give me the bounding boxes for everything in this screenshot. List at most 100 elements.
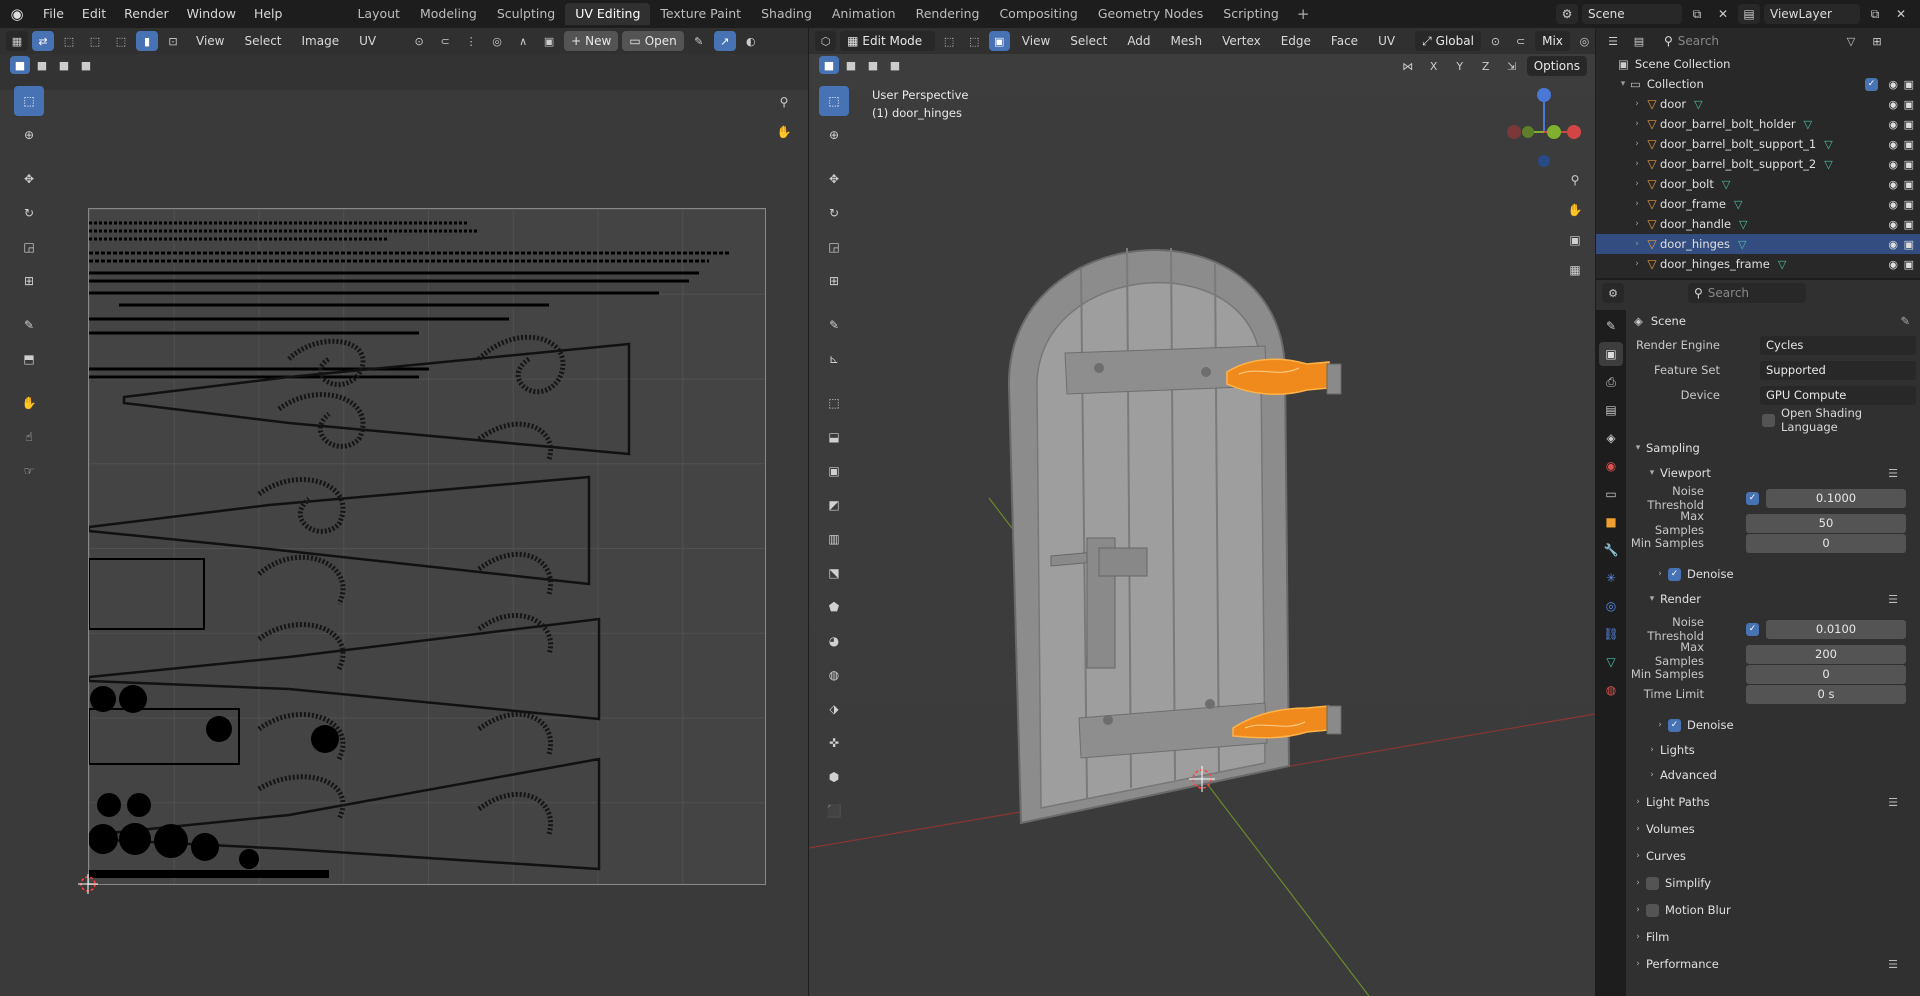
outliner-row-object[interactable]: › ▽ door_bolt ▽ ◉ ▣ bbox=[1596, 174, 1920, 194]
expand-arrow-icon[interactable]: › bbox=[1630, 199, 1644, 209]
tab-texture-paint[interactable]: Texture Paint bbox=[650, 3, 751, 25]
expand-arrow-icon[interactable]: › bbox=[1630, 139, 1644, 149]
rotate-icon[interactable]: ↻ bbox=[14, 198, 44, 228]
tab-sculpting[interactable]: Sculpting bbox=[487, 3, 565, 25]
select-subtract-icon[interactable]: ■ bbox=[54, 56, 74, 74]
vp-noise-threshold-field[interactable]: 0.1000 bbox=[1766, 488, 1906, 508]
add-cube-icon[interactable]: ⬚ bbox=[819, 388, 849, 418]
r-noise-threshold-field[interactable]: 0.0100 bbox=[1766, 619, 1906, 639]
motion-blur-panel[interactable]: › Motion Blur bbox=[1630, 899, 1916, 921]
loop-cut-icon[interactable]: ▥ bbox=[819, 524, 849, 554]
outliner-row-object[interactable]: › ▽ door_handle ▽ ◉ ▣ bbox=[1596, 214, 1920, 234]
render-camera-icon[interactable]: ▣ bbox=[1904, 158, 1914, 171]
transform-icon[interactable]: ⊞ bbox=[819, 266, 849, 296]
expand-arrow-icon[interactable]: › bbox=[1630, 179, 1644, 189]
editor-type-icon[interactable]: ⚙ bbox=[1602, 283, 1624, 303]
outliner-row-object[interactable]: › ▽ door_frame ▽ ◉ ▣ bbox=[1596, 194, 1920, 214]
modifier-tab-icon[interactable]: 🔧 bbox=[1599, 538, 1623, 562]
vp-noise-checkbox[interactable]: ✓ bbox=[1746, 491, 1759, 505]
uv-menu-view[interactable]: View bbox=[188, 34, 232, 48]
transform-icon[interactable]: ⊞ bbox=[14, 266, 44, 296]
pin-icon[interactable]: ✎ bbox=[688, 31, 710, 51]
outliner-row-collection[interactable]: ▾ ▭ Collection ✓ ◉ ▣ bbox=[1596, 74, 1920, 94]
display-mode-icon[interactable]: ▤ bbox=[1628, 31, 1650, 51]
osl-checkbox[interactable] bbox=[1762, 413, 1775, 427]
delete-view-layer-icon[interactable]: ✕ bbox=[1890, 4, 1912, 24]
tab-compositing[interactable]: Compositing bbox=[989, 3, 1087, 25]
r-min-samples-field[interactable]: 0 bbox=[1746, 664, 1906, 684]
zoom-icon[interactable]: ⚲ bbox=[1563, 168, 1587, 192]
view-layer-icon[interactable]: ▤ bbox=[1738, 4, 1760, 24]
render-camera-icon[interactable]: ▣ bbox=[1904, 238, 1914, 251]
annotate-icon[interactable]: ✎ bbox=[14, 310, 44, 340]
view-layer-tab-icon[interactable]: ▤ bbox=[1599, 398, 1623, 422]
vp-min-samples-field[interactable]: 0 bbox=[1746, 533, 1906, 553]
scene-tab-icon[interactable]: ◈ bbox=[1599, 426, 1623, 450]
snap-target-icon[interactable]: ⋮ bbox=[460, 31, 482, 51]
properties-search-field[interactable]: ⚲ Search bbox=[1688, 283, 1806, 303]
uv-menu-select[interactable]: Select bbox=[236, 34, 289, 48]
render-camera-icon[interactable]: ▣ bbox=[1904, 258, 1914, 271]
presets-list-icon[interactable]: ☰ bbox=[1888, 796, 1898, 809]
visibility-eye-icon[interactable]: ◉ bbox=[1888, 158, 1898, 171]
outliner-row-object[interactable]: › ▽ door ▽ ◉ ▣ bbox=[1596, 94, 1920, 114]
uv-image-bounds[interactable] bbox=[88, 208, 766, 885]
mesh-data-icon[interactable]: ▽ bbox=[1824, 138, 1832, 151]
select-box-icon[interactable]: ⬚ bbox=[819, 86, 849, 116]
tab-modeling[interactable]: Modeling bbox=[410, 3, 487, 25]
render-camera-icon[interactable]: ▣ bbox=[1904, 98, 1914, 111]
view-layer-field[interactable]: ViewLayer bbox=[1764, 4, 1860, 24]
add-workspace-button[interactable]: + bbox=[1289, 5, 1318, 23]
sampling-panel-header[interactable]: ▾ Sampling bbox=[1630, 437, 1916, 459]
film-panel[interactable]: › Film bbox=[1630, 926, 1916, 948]
menu-render[interactable]: Render bbox=[115, 0, 178, 28]
uv-menu-uv[interactable]: UV bbox=[351, 34, 384, 48]
tab-shading[interactable]: Shading bbox=[751, 3, 822, 25]
render-camera-icon[interactable]: ▣ bbox=[1904, 78, 1914, 91]
shrink-fatten-icon[interactable]: ✜ bbox=[819, 728, 849, 758]
world-tab-icon[interactable]: ◉ bbox=[1599, 454, 1623, 478]
tab-scripting[interactable]: Scripting bbox=[1213, 3, 1289, 25]
mesh-data-icon[interactable]: ▽ bbox=[1722, 178, 1730, 191]
render-subpanel-header[interactable]: ▾ Render ☰ bbox=[1644, 588, 1916, 610]
rip-region-icon[interactable]: ⬛ bbox=[819, 796, 849, 826]
output-tab-icon[interactable]: ⎙ bbox=[1599, 370, 1623, 394]
simplify-checkbox[interactable] bbox=[1646, 876, 1659, 890]
visibility-eye-icon[interactable]: ◉ bbox=[1888, 178, 1898, 191]
material-tab-icon[interactable]: ◍ bbox=[1599, 678, 1623, 702]
uv-cursor-icon[interactable] bbox=[78, 874, 98, 894]
mesh-data-icon[interactable]: ▽ bbox=[1739, 218, 1747, 231]
volumes-panel[interactable]: › Volumes bbox=[1630, 818, 1916, 840]
select-invert-icon[interactable]: ■ bbox=[76, 56, 96, 74]
pan-icon[interactable]: ✋ bbox=[772, 120, 796, 144]
snap-icon[interactable]: ⊂ bbox=[434, 31, 456, 51]
feature-set-select[interactable]: Supported bbox=[1760, 360, 1916, 380]
pinch-icon[interactable]: ☞ bbox=[14, 456, 44, 486]
pivot-icon[interactable]: ⊙ bbox=[408, 31, 430, 51]
grab-icon[interactable]: ✋ bbox=[14, 388, 44, 418]
gizmo-icon[interactable]: ↗ bbox=[713, 31, 736, 51]
image-browse-icon[interactable]: ▣ bbox=[538, 31, 560, 51]
physics-tab-icon[interactable]: ◎ bbox=[1599, 594, 1623, 618]
motion-blur-checkbox[interactable] bbox=[1646, 903, 1659, 917]
vp-denoise-checkbox[interactable]: ✓ bbox=[1668, 567, 1681, 581]
delete-scene-icon[interactable]: ✕ bbox=[1712, 4, 1734, 24]
menu-edit[interactable]: Edit bbox=[73, 0, 115, 28]
bevel-icon[interactable]: ◩ bbox=[819, 490, 849, 520]
open-image-button[interactable]: ▭ Open bbox=[622, 31, 684, 51]
menu-help[interactable]: Help bbox=[245, 0, 292, 28]
inset-icon[interactable]: ▣ bbox=[819, 456, 849, 486]
knife-icon[interactable]: ⬔ bbox=[819, 558, 849, 588]
lights-subpanel[interactable]: › Lights bbox=[1644, 739, 1916, 761]
r-noise-checkbox[interactable]: ✓ bbox=[1746, 622, 1759, 636]
measure-icon[interactable]: ⊾ bbox=[819, 344, 849, 374]
spin-icon[interactable]: ◕ bbox=[819, 626, 849, 656]
overlay-icon[interactable]: ◐ bbox=[740, 31, 762, 51]
tab-geometry-nodes[interactable]: Geometry Nodes bbox=[1088, 3, 1213, 25]
new-image-button[interactable]: + New bbox=[564, 31, 619, 51]
blender-logo-icon[interactable]: ◉ bbox=[0, 0, 34, 28]
expand-arrow-icon[interactable]: › bbox=[1630, 99, 1644, 109]
r-denoise-subpanel[interactable]: › ✓ Denoise bbox=[1652, 714, 1916, 736]
presets-list-icon[interactable]: ☰ bbox=[1888, 958, 1898, 971]
select-mode-vertex-icon[interactable]: ⬚ bbox=[58, 31, 80, 51]
